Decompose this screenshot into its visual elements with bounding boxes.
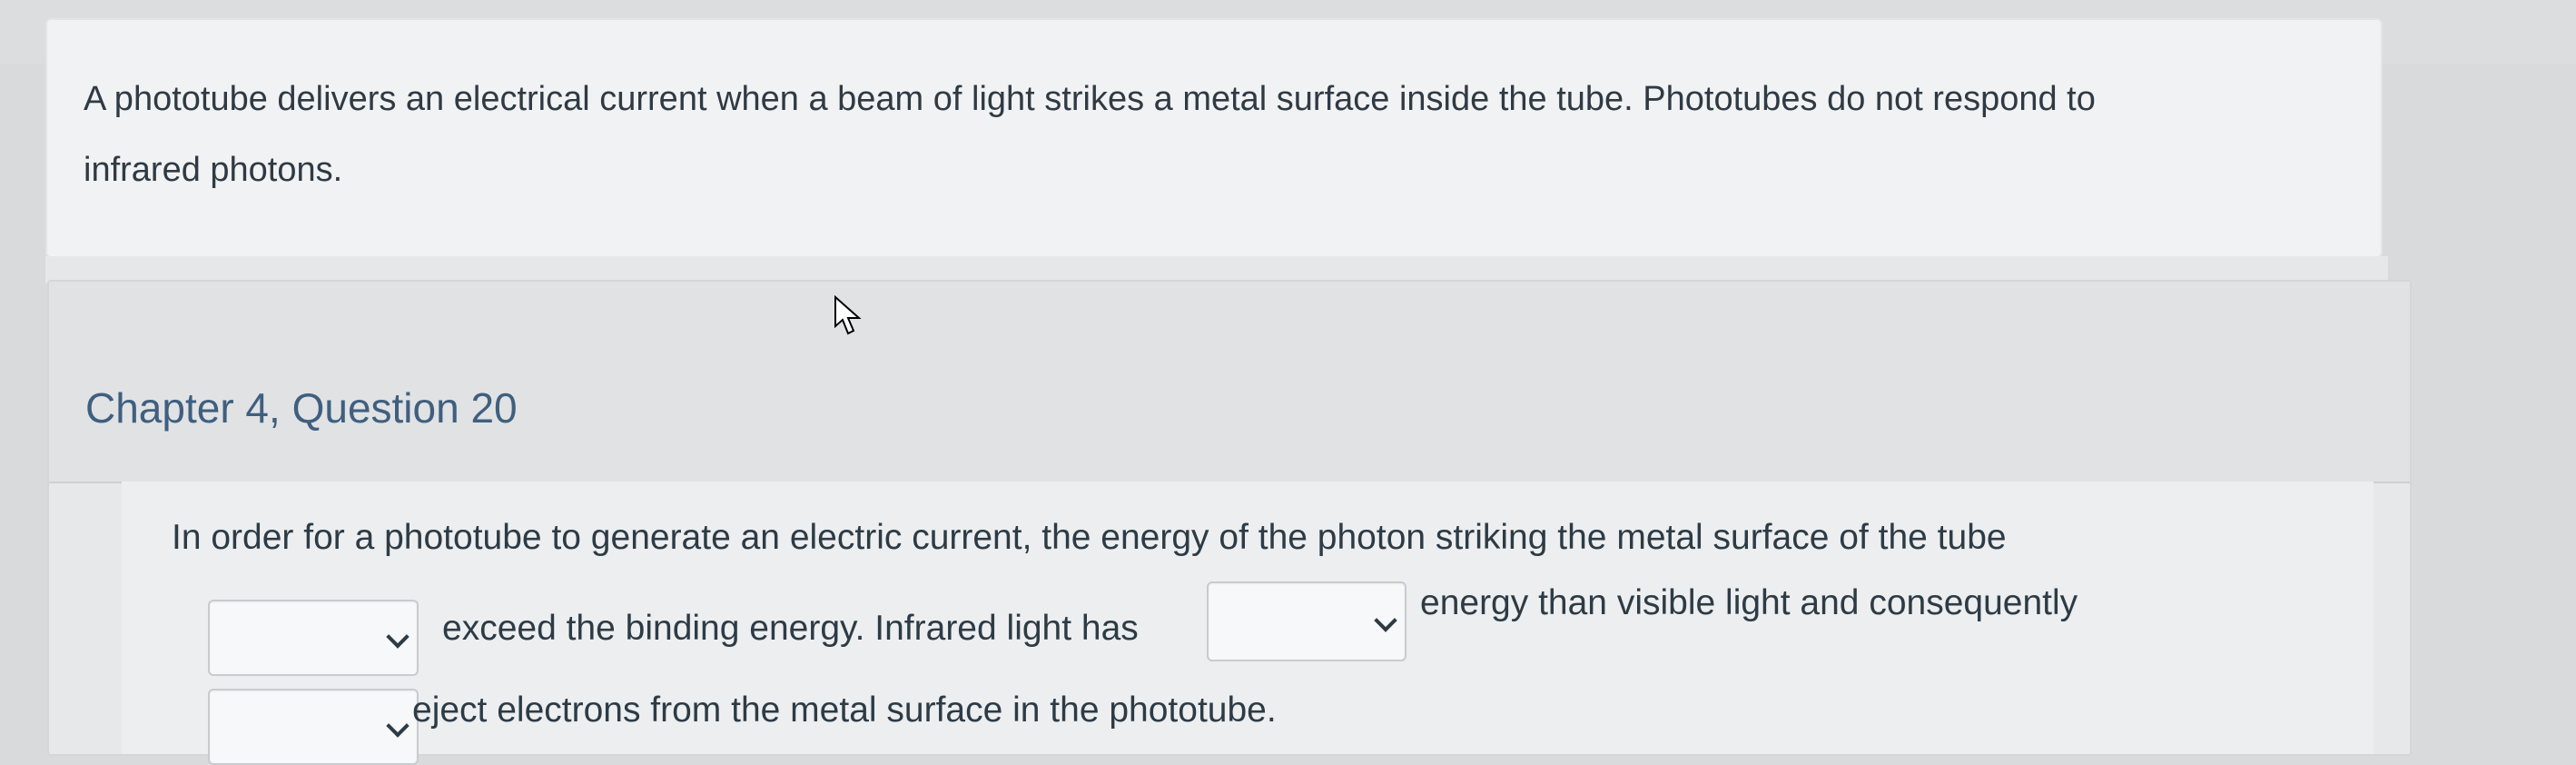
- mouse-pointer-icon: [834, 295, 862, 335]
- dropdown-3[interactable]: [208, 689, 419, 765]
- dropdown-2[interactable]: [1207, 581, 1406, 661]
- question-card: Chapter 4, Question 20 In order for a ph…: [47, 280, 2412, 765]
- chevron-down-icon: [386, 714, 410, 738]
- chevron-down-icon: [1374, 609, 1397, 632]
- question-header: Chapter 4, Question 20: [49, 282, 2410, 483]
- intro-text: A phototube delivers an electrical curre…: [84, 64, 2335, 205]
- question-line-2a: exceed the binding energy. Infrared ligh…: [442, 609, 1139, 648]
- question-body: In order for a phototube to generate an …: [122, 482, 2374, 765]
- question-line-3: eject electrons from the metal surface i…: [412, 690, 1277, 730]
- intro-card: A phototube delivers an electrical curre…: [45, 18, 2383, 258]
- dropdown-1[interactable]: [208, 600, 419, 676]
- question-title: Chapter 4, Question 20: [85, 384, 518, 432]
- intro-line-1: A phototube delivers an electrical curre…: [84, 80, 2096, 118]
- question-line-1: In order for a phototube to generate an …: [172, 518, 2007, 557]
- question-line-2b: energy than visible light and consequent…: [1420, 583, 2078, 622]
- chevron-down-icon: [386, 625, 410, 649]
- intro-line-2: infrared photons.: [84, 151, 343, 189]
